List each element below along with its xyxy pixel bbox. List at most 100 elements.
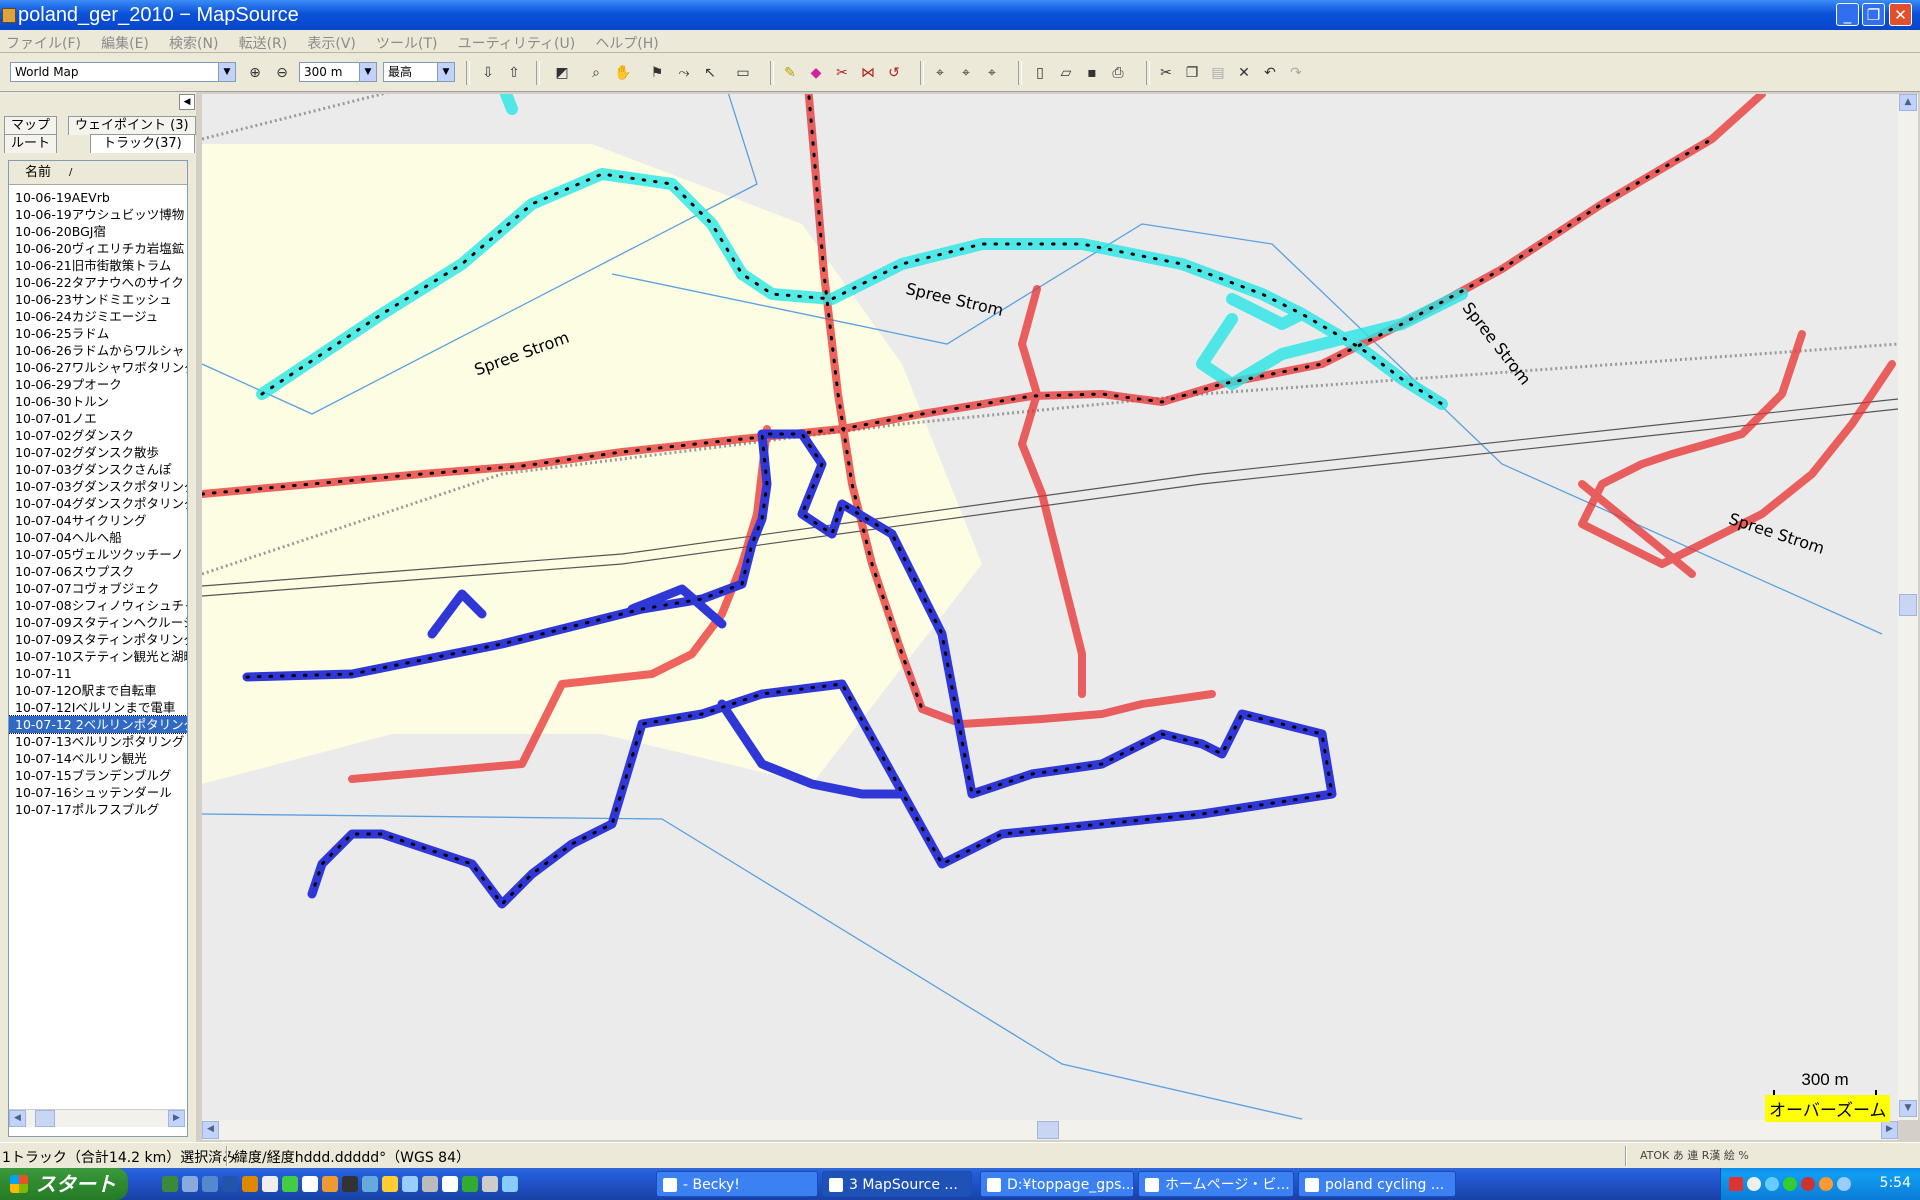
track-list-item[interactable]: 10-07-04サイクリング [9,512,187,529]
tray-app-icon[interactable] [1801,1177,1815,1191]
quicklaunch-app-icon[interactable] [382,1176,398,1192]
divide-track-icon[interactable]: ✂ [832,63,852,83]
tray-acrobat-icon[interactable] [1729,1177,1743,1191]
waypoint-tool-icon[interactable]: ⚑ [647,63,667,83]
scroll-thumb[interactable] [1899,594,1917,616]
quicklaunch-word-icon[interactable] [222,1176,238,1192]
menu-utility[interactable]: ユーティリティ(U) [452,30,586,53]
list-horizontal-scrollbar[interactable]: ◀ ▶ [9,1109,185,1127]
pencil-tool-icon[interactable]: ✎ [780,63,800,83]
map-product-select[interactable]: World Map ▼ [10,62,236,82]
undo-icon[interactable]: ↶ [1260,63,1280,83]
quicklaunch-mail-icon[interactable] [202,1176,218,1192]
chevron-down-icon[interactable]: ▼ [218,63,235,81]
quicklaunch-app-icon[interactable] [362,1176,378,1192]
delete-icon[interactable]: ✕ [1234,63,1254,83]
track-list-item[interactable]: 10-07-11 [9,665,187,682]
map-tool-icon[interactable]: ◩ [552,63,572,83]
tray-app-icon[interactable] [1747,1177,1761,1191]
mapsource-app-icon[interactable] [2,8,16,23]
menu-file[interactable]: ファイル(F) [0,30,91,53]
track-list-item[interactable]: 10-07-12O駅まで自転車 [9,682,187,699]
tab-map[interactable]: マップ [4,116,58,135]
quicklaunch-app-icon[interactable] [502,1176,518,1192]
cut-icon[interactable]: ✂ [1156,63,1176,83]
quicklaunch-app-icon[interactable] [422,1176,438,1192]
quicklaunch-app-icon[interactable] [262,1176,278,1192]
minimize-button[interactable]: _ [1836,3,1859,26]
start-button[interactable]: スタート [0,1168,128,1200]
track-list-item[interactable]: 10-06-25ラドム [9,325,187,342]
track-list-item[interactable]: 10-07-12 2ベルリンポタリング [9,715,187,734]
task-folder[interactable]: D:¥toppage_gps... [980,1171,1134,1197]
system-clock[interactable]: 5:54 [1880,1175,1911,1191]
track-list-item[interactable]: 10-07-13ベルリンポタリング [9,733,187,750]
tray-app-icon[interactable] [1819,1177,1833,1191]
track-list-item[interactable]: 10-07-03グダンスクさんぽ [9,461,187,478]
track-list-item[interactable]: 10-06-27ワルシャワボタリング [9,359,187,376]
scroll-down-icon[interactable]: ▼ [1899,1100,1917,1117]
tray-volume-icon[interactable] [1837,1177,1851,1191]
find-icon[interactable]: ⌖ [930,63,950,83]
quicklaunch-app-icon[interactable] [242,1176,258,1192]
scroll-left-icon[interactable]: ◀ [202,1121,219,1139]
tray-app-icon[interactable] [1783,1177,1797,1191]
zoom-in-icon[interactable]: ⊕ [245,63,265,83]
track-list-item[interactable]: 10-07-02グダンスク [9,427,187,444]
find-recent-icon[interactable]: ⌖ [982,63,1002,83]
track-list-item[interactable]: 10-07-09スタティンポタリング [9,631,187,648]
scroll-left-icon[interactable]: ◀ [9,1110,26,1127]
task-mapsource[interactable]: 3 MapSource ... [822,1171,972,1197]
menu-view[interactable]: 表示(V) [301,30,366,53]
scroll-thumb[interactable] [35,1110,55,1127]
task-becky[interactable]: - Becky! [656,1171,818,1197]
menu-edit[interactable]: 編集(E) [95,30,159,53]
quicklaunch-ie-icon[interactable] [182,1176,198,1192]
print-icon[interactable]: ⎙ [1108,63,1128,83]
map-horizontal-scrollbar[interactable]: ◀ ▶ [202,1120,1898,1140]
track-list-item[interactable]: 10-06-26ラドムからワルシャ [9,342,187,359]
detail-select[interactable]: 最高 ▼ [383,62,455,82]
menu-help[interactable]: ヘルプ(H) [589,30,668,53]
send-to-device-icon[interactable]: ⇧ [504,63,524,83]
track-list-item[interactable]: 10-07-04ヘルへ船 [9,529,187,546]
scroll-thumb[interactable] [1037,1121,1059,1139]
track-list-item[interactable]: 10-06-21旧市街散策トラム [9,257,187,274]
hand-tool-icon[interactable]: ✋ [613,63,633,83]
eraser-tool-icon[interactable]: ◆ [806,63,826,83]
panel-collapse-button[interactable]: ◀ [179,94,195,110]
track-list-item[interactable]: 10-06-19アウシュビッツ博物 [9,206,187,223]
selection-tool-icon[interactable]: ↖ [700,63,720,83]
track-list-item[interactable]: 10-07-09スタティンヘクルーシ [9,614,187,631]
ime-toolbar[interactable]: ATOK あ 連 R漢 絵 % [1640,1147,1749,1163]
quicklaunch-firefox-icon[interactable] [322,1176,338,1192]
maximize-button[interactable]: ❐ [1862,3,1885,26]
task-browser[interactable]: poland cycling ... [1298,1171,1456,1197]
track-list-item[interactable]: 10-07-03グダンスクポタリング [9,478,187,495]
track-list-item[interactable]: 10-07-10ステティン観光と湖畔 [9,648,187,665]
track-list-item[interactable]: 10-06-24カジミエージュ [9,308,187,325]
tray-app-icon[interactable] [1765,1177,1779,1191]
join-track-icon[interactable]: ⋈ [858,63,878,83]
paste-icon[interactable]: ▤ [1208,63,1228,83]
track-list-item[interactable]: 10-07-14ベルリン観光 [9,750,187,767]
quicklaunch-app-icon[interactable] [302,1176,318,1192]
measure-tool-icon[interactable]: ▭ [733,63,753,83]
track-list-item[interactable]: 10-07-08シフィノウィシュチャ [9,597,187,614]
scroll-right-icon[interactable]: ▶ [1881,1121,1898,1139]
quicklaunch-excel-icon[interactable] [162,1176,178,1192]
track-list-item[interactable]: 10-07-02グダンスク散歩 [9,444,187,461]
track-list-item[interactable]: 10-06-19AEVrb [9,189,187,206]
track-list-item[interactable]: 10-07-04グダンスクポタリング [9,495,187,512]
find-near-icon[interactable]: ⌖ [956,63,976,83]
quicklaunch-app-icon[interactable] [402,1176,418,1192]
track-list-item[interactable]: 10-07-17ポルフスブルグ [9,801,187,818]
track-list-item[interactable]: 10-06-23サンドミエッシュ [9,291,187,308]
menu-transfer[interactable]: 転送(R) [233,30,298,53]
track-list-item[interactable]: 10-06-30トルン [9,393,187,410]
track-list-item[interactable]: 10-07-06スウプスク [9,563,187,580]
track-list-item[interactable]: 10-06-22タアナウへのサイク [9,274,187,291]
zoom-out-icon[interactable]: ⊖ [272,63,292,83]
zoom-tool-icon[interactable]: ⌕ [586,63,606,83]
receive-from-device-icon[interactable]: ⇩ [478,63,498,83]
